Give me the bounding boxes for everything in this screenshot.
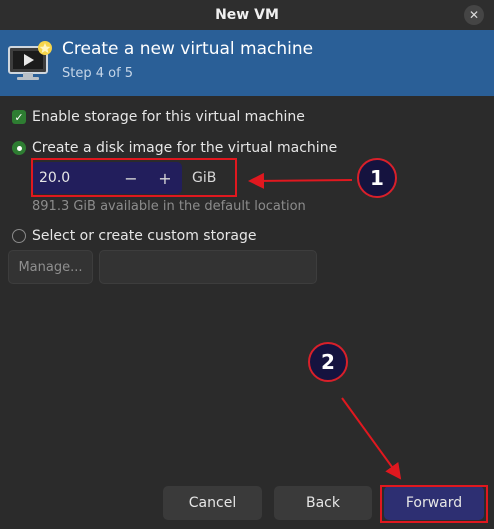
annotation-arrow-1 (248, 172, 353, 189)
annotation-badge-2: 2 (308, 342, 348, 382)
annotation-badge-1: 1 (357, 158, 397, 198)
annotation-arrows (248, 172, 402, 480)
annotation-arrow-2 (341, 397, 402, 480)
